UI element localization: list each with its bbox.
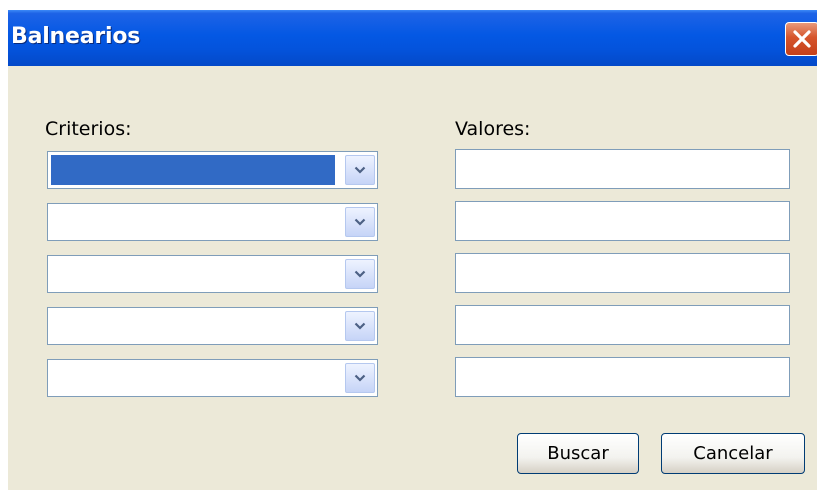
dropdown-arrow-button[interactable] <box>345 311 375 341</box>
value-field-2[interactable] <box>455 201 790 241</box>
values-label: Valores: <box>455 118 531 140</box>
criteria-dropdown-1[interactable] <box>47 151 378 189</box>
value-field-4[interactable] <box>455 305 790 345</box>
value-field-3[interactable] <box>455 253 790 293</box>
chevron-down-icon <box>354 166 366 174</box>
search-button[interactable]: Buscar <box>517 433 639 474</box>
criteria-dropdown-5[interactable] <box>47 359 378 397</box>
close-icon <box>793 30 811 48</box>
dropdown-arrow-button[interactable] <box>345 155 375 185</box>
criteria-dropdown-4[interactable] <box>47 307 378 345</box>
chevron-down-icon <box>354 270 366 278</box>
cancel-button[interactable]: Cancelar <box>661 433 805 474</box>
dialog-window: Balnearios Criterios: Valores: Buscar Ca… <box>8 10 817 490</box>
chevron-down-icon <box>354 374 366 382</box>
criteria-dropdown-2[interactable] <box>47 203 378 241</box>
value-field-5[interactable] <box>455 357 790 397</box>
dropdown-arrow-button[interactable] <box>345 259 375 289</box>
title-bar[interactable]: Balnearios <box>8 10 817 66</box>
value-field-1[interactable] <box>455 149 790 189</box>
criteria-label: Criterios: <box>45 118 132 140</box>
criteria-dropdown-3[interactable] <box>47 255 378 293</box>
selected-value-highlight <box>51 155 335 185</box>
window-title: Balnearios <box>11 24 141 49</box>
dropdown-arrow-button[interactable] <box>345 207 375 237</box>
dropdown-arrow-button[interactable] <box>345 363 375 393</box>
chevron-down-icon <box>354 218 366 226</box>
chevron-down-icon <box>354 322 366 330</box>
close-button[interactable] <box>785 22 817 56</box>
